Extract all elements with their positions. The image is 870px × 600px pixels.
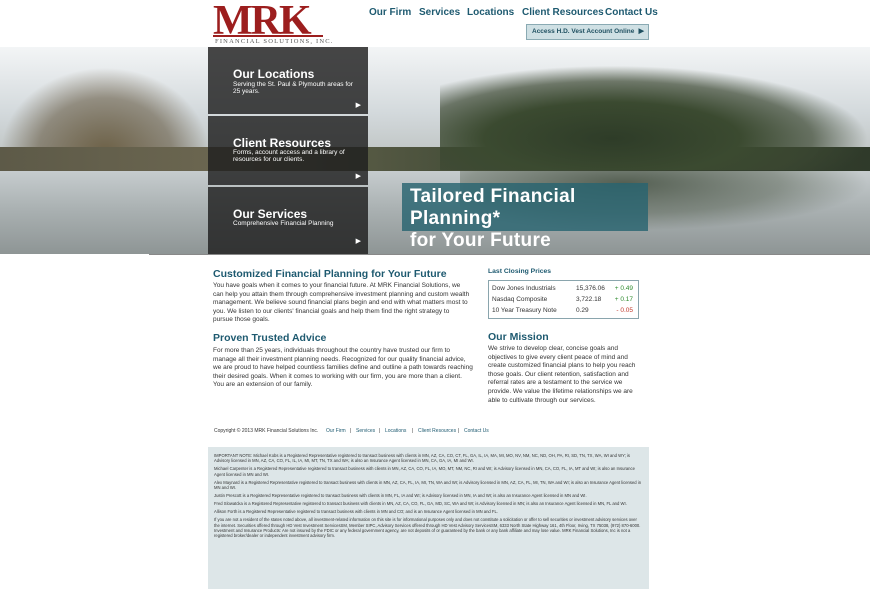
footer-link-client-resources[interactable]: Client Resources [418,425,456,438]
advice-paragraph: For more than 25 years, individuals thro… [213,347,473,389]
hero-tagline: Tailored Financial Planning* for Your Fu… [402,183,648,251]
play-arrow-icon: ▶ [355,102,361,109]
panel-desc: Comprehensive Financial Planning [233,220,334,227]
intro-paragraph: You have goals when it comes to your fin… [213,282,470,324]
footer-sep: | [412,428,414,434]
access-account-button[interactable]: Access H.D. Vest Account Online ▶ [526,24,649,40]
advice-heading: Proven Trusted Advice [213,332,327,344]
panel-title: Our Services [233,207,308,221]
nav-contact-us[interactable]: Contact Us [605,7,658,18]
disclosure-paragraph: Allison Forth is a Registered Representa… [214,509,498,515]
nav-client-resources[interactable]: Client Resources [522,7,604,18]
disclosures: IMPORTANT NOTE: Michael Kobs is a Regist… [208,447,649,589]
index-name: 10 Year Treasury Note [492,307,557,314]
hero-pine-island [440,65,870,170]
footer-link-contact-us[interactable]: Contact Us [464,425,489,438]
index-value: 0.29 [576,307,589,314]
nav-services[interactable]: Services [419,7,460,18]
disclosure-paragraph: Fred Slowatcka is a Registered Represent… [214,501,627,507]
logo-mark: MRK [213,0,312,44]
disclosure-paragraph: IMPORTANT NOTE: Michael Kobs is a Regist… [214,453,630,464]
play-arrow-icon: ▶ [355,173,361,180]
panel-title: Client Resources [233,136,332,150]
index-name: Nasdaq Composite [492,296,548,303]
mission-heading: Our Mission [488,331,549,343]
logo-subtitle: FINANCIAL SOLUTIONS, INC. [215,38,334,45]
disclosure-paragraph: Alex Maynard is a Registered Representat… [214,479,642,491]
panel-desc: Forms, account access and a library of r… [233,149,345,163]
access-account-label: Access H.D. Vest Account Online [532,28,635,35]
hero-tagline-line2: for Your Future [410,230,552,251]
panel-desc: Serving the St. Paul & Plymouth areas fo… [233,81,353,95]
nav-locations[interactable]: Locations [467,7,514,18]
footer-bar: Copyright © 2013 MRK Financial Solutions… [208,425,649,438]
disclosure-paragraph: Justin Prescott is a Registered Represen… [214,493,587,499]
disclosure-paragraph: If you are not a resident of the states … [214,517,641,539]
index-change: + 0.17 [614,296,633,303]
logo-rule [213,35,323,37]
footer-link-services[interactable]: Services [356,425,375,438]
footer-sep: | [458,428,460,434]
footer-sep: | [379,428,381,434]
nav-our-firm[interactable]: Our Firm [369,7,411,18]
index-change: + 0.49 [614,285,633,292]
panel-our-services[interactable]: Our Services Comprehensive Financial Pla… [208,187,368,254]
panel-client-resources[interactable]: Client Resources Forms, account access a… [208,116,368,185]
play-arrow-icon: ▶ [638,28,644,35]
price-row: Dow Jones Industrials 15,376.06 + 0.49 [492,283,637,294]
mission-paragraph: We strive to develop clear, concise goal… [488,345,636,404]
copyright: Copyright © 2013 MRK Financial Solutions… [214,428,319,434]
footer-link-locations[interactable]: Locations [385,425,406,438]
panel-our-locations[interactable]: Our Locations Serving the St. Paul & Ply… [208,47,368,114]
index-change: - 0.05 [616,307,633,314]
divider [149,254,870,255]
index-value: 15,376.06 [576,285,605,292]
price-row: 10 Year Treasury Note 0.29 - 0.05 [492,305,637,316]
play-arrow-icon: ▶ [355,238,361,245]
disclosure-paragraph: Michael Carpenter is a Registered Repres… [214,466,635,477]
index-value: 3,722.18 [576,296,602,303]
hero-tagline-line1: Tailored Financial Planning* [410,186,576,229]
index-name: Dow Jones Industrials [492,285,556,292]
intro-heading: Customized Financial Planning for Your F… [213,268,447,280]
panel-title: Our Locations [233,67,315,81]
price-row: Nasdaq Composite 3,722.18 + 0.17 [492,294,637,305]
closing-prices-table: Dow Jones Industrials 15,376.06 + 0.49 N… [488,280,639,319]
prices-title: Last Closing Prices [488,268,552,275]
mrk-logo[interactable]: MRK FINANCIAL SOLUTIONS, INC. [213,0,332,45]
footer-sep: | [350,428,352,434]
footer-link-our-firm[interactable]: Our Firm [326,425,346,438]
